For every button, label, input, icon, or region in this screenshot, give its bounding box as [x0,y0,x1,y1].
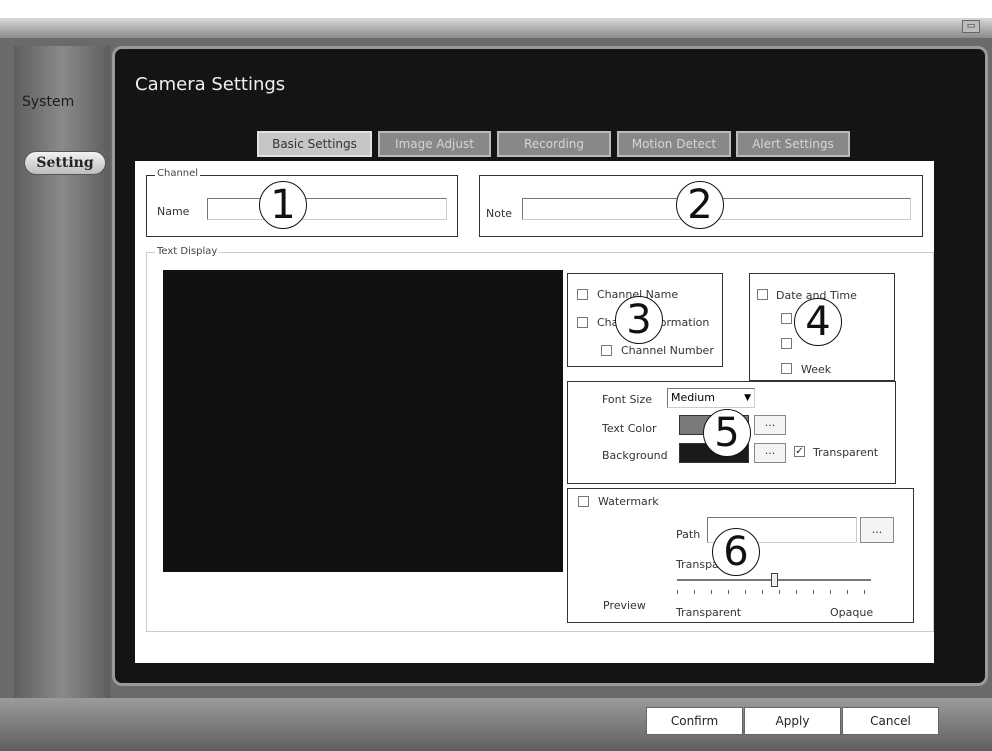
text-color-browse-button[interactable]: ... [754,415,786,435]
name-label: Name [157,205,190,218]
chevron-down-icon: ▼ [744,393,751,403]
text-display-label: Text Display [155,246,220,257]
date-time-checkbox[interactable] [757,289,768,300]
sidebar [14,46,110,698]
channel-group-label: Channel [155,168,201,179]
path-browse-button[interactable]: ... [860,517,894,543]
window-icon[interactable]: ▭ [962,20,980,33]
opaque-max-label: Opaque [830,606,874,619]
watermark-checkbox[interactable] [578,496,589,507]
tab-basic-settings[interactable]: Basic Settings [257,131,372,157]
callout-4: 4 [794,298,842,346]
path-label: Path [676,528,701,541]
font-size-select[interactable]: Medium ▼ [667,388,755,408]
tab-recording[interactable]: Recording [497,131,611,157]
callout-2: 2 [676,181,724,229]
apply-button[interactable]: Apply [744,707,841,735]
confirm-button[interactable]: Confirm [646,707,743,735]
page-title: Camera Settings [135,74,286,95]
time-checkbox[interactable] [781,338,792,349]
callout-6: 6 [712,528,760,576]
channel-info-checkbox[interactable] [577,317,588,328]
tab-motion-detect[interactable]: Motion Detect [617,131,731,157]
background-label: Background [602,449,668,462]
week-label: Week [801,363,832,376]
video-preview [163,270,563,572]
week-checkbox[interactable] [781,363,792,374]
tab-alert-settings[interactable]: Alert Settings [736,131,850,157]
callout-3: 3 [615,296,663,344]
note-label: Note [486,207,513,220]
sidebar-item-setting[interactable]: Setting [24,151,106,175]
background-browse-button[interactable]: ... [754,443,786,463]
callout-1: 1 [259,181,307,229]
transparent-min-label: Transparent [676,606,742,619]
font-size-value: Medium [671,391,715,404]
title-bar [0,18,992,38]
callout-5: 5 [703,409,751,457]
text-color-label: Text Color [602,422,657,435]
sidebar-item-system[interactable]: System [22,94,74,110]
watermark-label: Watermark [598,495,659,508]
channel-number-checkbox[interactable] [601,345,612,356]
transparent-label: Transparent [813,446,879,459]
name-field[interactable] [207,198,447,220]
preview-label: Preview [603,599,646,612]
channel-number-label: Channel Number [621,344,714,357]
font-size-label: Font Size [602,393,653,406]
channel-name-checkbox[interactable] [577,289,588,300]
cancel-button[interactable]: Cancel [842,707,939,735]
transparency-slider-thumb[interactable] [771,573,778,587]
date-checkbox[interactable] [781,313,792,324]
transparency-slider-ticks [677,590,871,594]
transparent-checkbox[interactable]: ✓ [794,446,805,457]
tab-image-adjust[interactable]: Image Adjust [378,131,491,157]
